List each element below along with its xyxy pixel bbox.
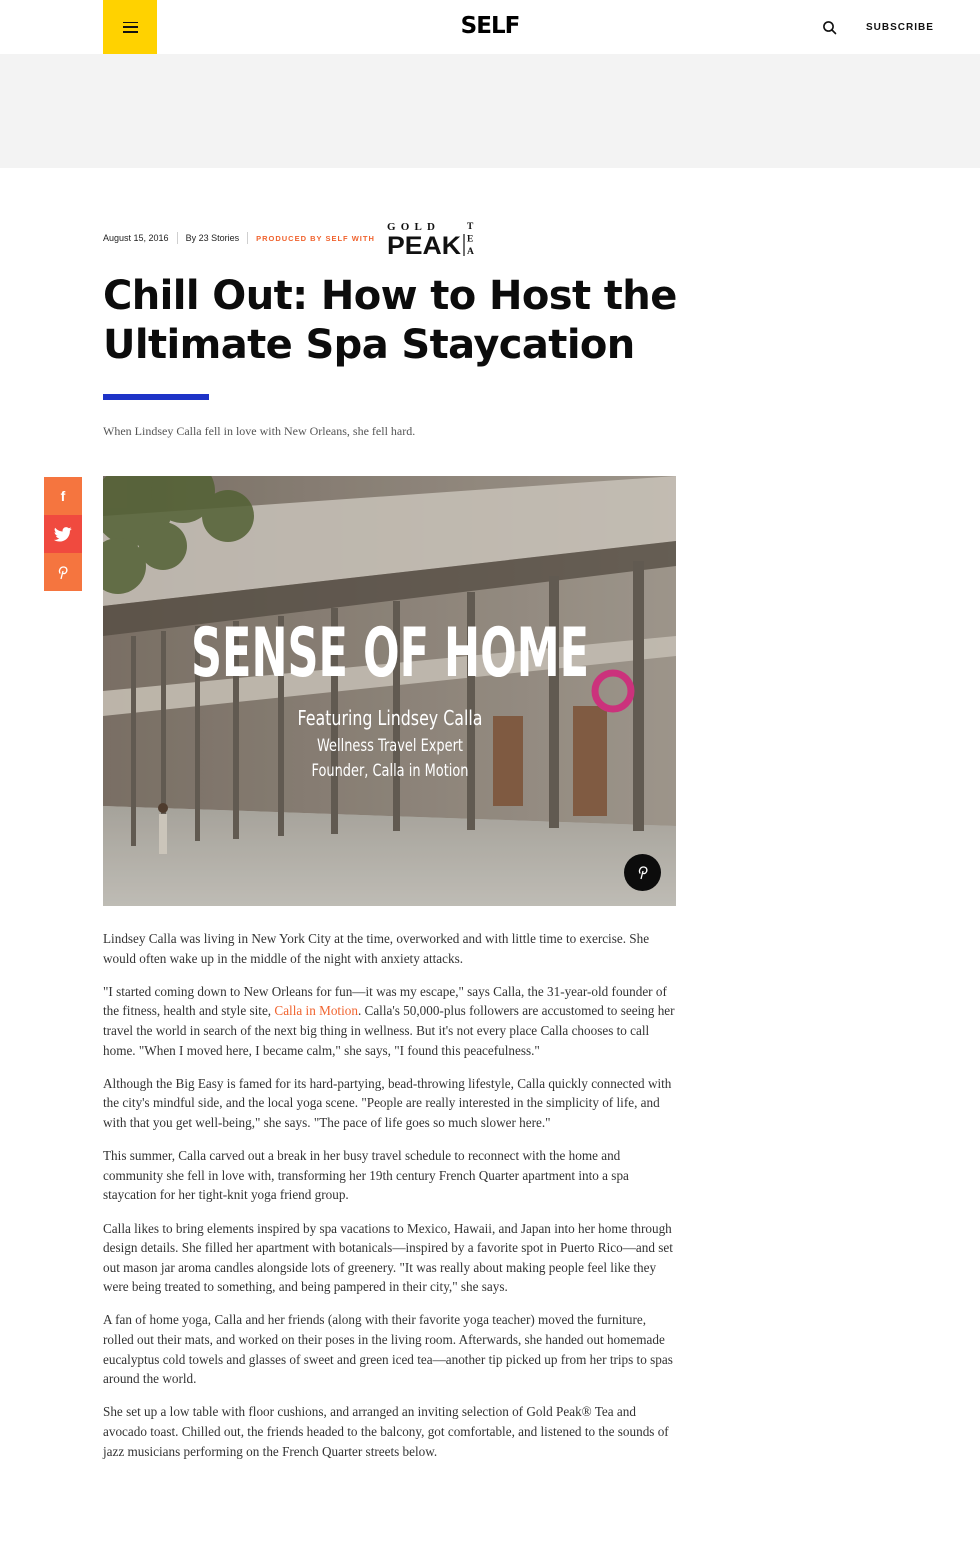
article-title: Chill Out: How to Host the Ultimate Spa … — [103, 273, 677, 368]
paragraph: She set up a low table with floor cushio… — [103, 1404, 669, 1459]
paragraph: Calla likes to bring elements inspired b… — [103, 1220, 673, 1295]
paragraph: "I started coming down to New Orleans fo… — [103, 982, 678, 1060]
sponsor-label: PRODUCED BY SELF WITH — [256, 233, 375, 243]
svg-text:PEAK: PEAK — [387, 232, 461, 258]
title-underline — [103, 394, 209, 400]
meta-divider — [247, 232, 249, 244]
calla-in-motion-link[interactable]: Calla in Motion — [274, 1003, 358, 1018]
share-facebook-button[interactable]: f — [44, 477, 82, 515]
site-header: SELF SUBSCRIBE — [0, 0, 980, 54]
share-pinterest-button[interactable] — [44, 553, 82, 591]
hamburger-icon — [122, 21, 138, 33]
ad-banner-placeholder — [0, 54, 980, 168]
paragraph: This summer, Calla carved out a break in… — [103, 1148, 629, 1203]
pinterest-icon — [638, 866, 648, 880]
svg-text:f: f — [61, 489, 66, 503]
hero-photo — [103, 476, 676, 906]
twitter-icon — [54, 526, 72, 542]
search-icon[interactable] — [821, 19, 839, 37]
svg-text:TEA: TEA — [467, 222, 474, 257]
paragraph: Although the Big Easy is famed for its h… — [103, 1075, 672, 1130]
article-body: Lindsey Calla was living in New York Cit… — [103, 929, 678, 1475]
pin-image-button[interactable] — [624, 854, 661, 891]
subscribe-link[interactable]: SUBSCRIBE — [866, 22, 934, 33]
facebook-icon: f — [61, 489, 66, 503]
publish-date: August 15, 2016 — [103, 233, 169, 243]
gold-peak-tea-logo[interactable]: GOLD PEAK TEA — [387, 218, 481, 258]
byline: By 23 Stories — [185, 233, 240, 243]
paragraph: A fan of home yoga, Calla and her friend… — [103, 1312, 673, 1387]
pinterest-icon — [58, 565, 68, 579]
hero-image: SENSE OF HOME Featuring Lindsey Calla We… — [103, 476, 676, 906]
article-meta: August 15, 2016 By 23 Stories PRODUCED B… — [103, 218, 481, 258]
share-twitter-button[interactable] — [44, 515, 82, 553]
meta-divider — [176, 232, 178, 244]
paragraph: Lindsey Calla was living in New York Cit… — [103, 931, 650, 966]
menu-button[interactable] — [103, 0, 157, 54]
article-dek: When Lindsey Calla fell in love with New… — [103, 424, 416, 438]
